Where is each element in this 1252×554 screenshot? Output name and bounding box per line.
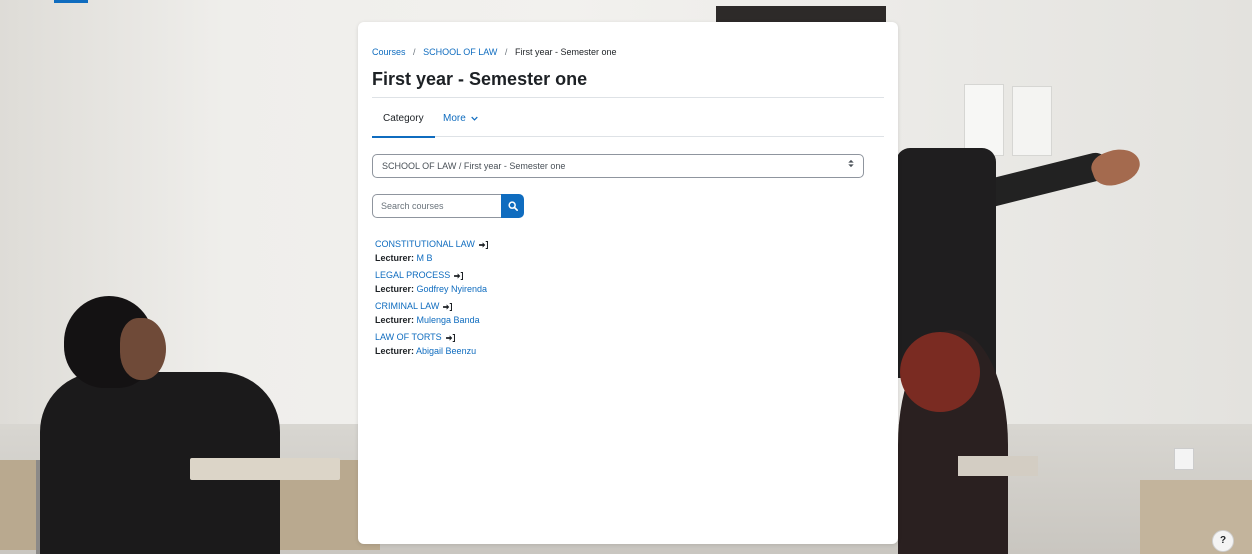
sign-in-icon	[443, 302, 453, 311]
breadcrumb-separator: /	[504, 47, 508, 57]
lecturer-label: Lecturer:	[375, 284, 415, 294]
top-accent-bar	[54, 0, 88, 3]
search-input[interactable]	[372, 194, 502, 218]
select-arrows-icon	[848, 155, 854, 177]
tab-category-label: Category	[383, 113, 424, 124]
list-item: LEGAL PROCESS Lecturer: Godfrey Nyirenda	[375, 269, 775, 296]
chevron-down-icon	[470, 114, 478, 123]
title-divider	[372, 97, 884, 98]
course-link[interactable]: LAW OF TORTS	[375, 331, 775, 344]
course-lecturer: Lecturer: Mulenga Banda	[375, 313, 775, 327]
course-name: CRIMINAL LAW	[375, 301, 440, 311]
course-lecturer: Lecturer: Abigail Beenzu	[375, 344, 775, 358]
course-category-card: Courses / SCHOOL OF LAW / First year - S…	[358, 22, 898, 544]
breadcrumb-separator: /	[413, 47, 416, 57]
lecturer-link[interactable]: Godfrey Nyirenda	[417, 284, 488, 294]
tab-category[interactable]: Category	[372, 100, 435, 138]
course-name: LAW OF TORTS	[375, 332, 442, 342]
category-select[interactable]: SCHOOL OF LAW / First year - Semester on…	[372, 154, 864, 178]
search-icon	[507, 199, 518, 214]
list-item: LAW OF TORTS Lecturer: Abigail Beenzu	[375, 331, 775, 358]
lecturer-label: Lecturer:	[375, 315, 415, 325]
lecturer-link[interactable]: Abigail Beenzu	[416, 346, 476, 356]
page-title: First year - Semester one	[372, 69, 588, 89]
list-item: CRIMINAL LAW Lecturer: Mulenga Banda	[375, 300, 775, 327]
lecturer-label: Lecturer:	[375, 346, 415, 356]
category-select-value: SCHOOL OF LAW / First year - Semester on…	[382, 161, 566, 171]
course-list: CONSTITUTIONAL LAW Lecturer: M B LEGAL P…	[375, 238, 775, 362]
course-link[interactable]: CONSTITUTIONAL LAW	[375, 238, 775, 251]
sign-in-icon	[454, 271, 464, 280]
course-search	[372, 194, 524, 218]
lecturer-link[interactable]: Mulenga Banda	[417, 315, 480, 325]
course-name: LEGAL PROCESS	[375, 270, 451, 280]
sign-in-icon	[445, 333, 455, 342]
breadcrumb: Courses / SCHOOL OF LAW / First year - S…	[372, 47, 616, 57]
course-name: CONSTITUTIONAL LAW	[375, 239, 475, 249]
breadcrumb-courses[interactable]: Courses	[372, 47, 406, 57]
course-link[interactable]: CRIMINAL LAW	[375, 300, 775, 313]
course-lecturer: Lecturer: Godfrey Nyirenda	[375, 282, 775, 296]
tab-more[interactable]: More	[432, 100, 489, 137]
lecturer-label: Lecturer:	[375, 253, 415, 263]
lecturer-link[interactable]: M B	[417, 253, 433, 263]
course-link[interactable]: LEGAL PROCESS	[375, 269, 775, 282]
tab-more-label: More	[443, 113, 466, 124]
secondary-navigation: Category More	[372, 100, 884, 138]
breadcrumb-school-of-law[interactable]: SCHOOL OF LAW	[423, 47, 497, 57]
course-lecturer: Lecturer: M B	[375, 251, 775, 265]
search-button[interactable]	[501, 194, 524, 218]
list-item: CONSTITUTIONAL LAW Lecturer: M B	[375, 238, 775, 265]
sign-in-icon	[478, 240, 488, 249]
breadcrumb-current: First year - Semester one	[514, 47, 617, 57]
help-button[interactable]: ?	[1212, 530, 1234, 552]
